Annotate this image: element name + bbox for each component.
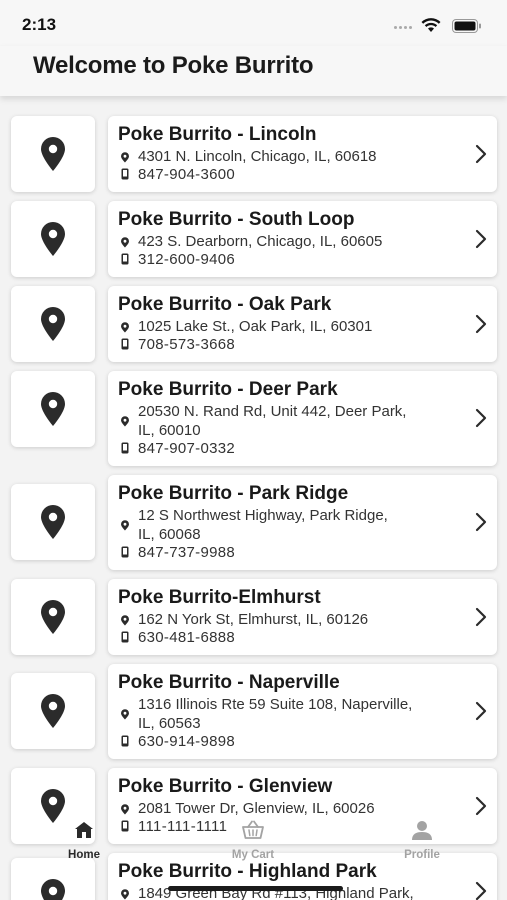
tab-profile[interactable]: Profile	[367, 812, 477, 868]
phone-icon	[121, 631, 129, 643]
locations-list[interactable]: Poke Burrito - Lincoln 4301 N. Lincoln, …	[0, 96, 507, 900]
chevron-right-icon[interactable]	[475, 144, 487, 164]
basket-icon	[242, 820, 264, 839]
battery-icon	[452, 19, 481, 33]
map-pin-icon	[41, 694, 65, 728]
status-bar: 2:13	[0, 0, 507, 46]
location-address-line2: IL, 60563	[138, 715, 201, 732]
location-pin-tile[interactable]	[11, 201, 95, 277]
chevron-right-icon[interactable]	[475, 701, 487, 721]
location-row[interactable]: Poke Burrito - Naperville 1316 Illinois …	[0, 664, 507, 759]
address-pin-icon	[121, 520, 129, 531]
location-pin-tile[interactable]	[11, 116, 95, 192]
address-pin-icon	[121, 889, 129, 900]
location-card[interactable]: Poke Burrito - South Loop 423 S. Dearbor…	[108, 201, 497, 277]
location-address: 1025 Lake St., Oak Park, IL, 60301	[138, 318, 373, 335]
phone-icon	[121, 338, 129, 350]
cellular-signal-icon	[394, 26, 412, 29]
phone-icon	[121, 253, 129, 265]
location-pin-tile[interactable]	[11, 579, 95, 655]
address-pin-icon	[121, 709, 129, 720]
address-pin-icon	[121, 615, 129, 626]
location-row[interactable]: Poke Burrito - Lincoln 4301 N. Lincoln, …	[0, 116, 507, 192]
location-name: Poke Burrito - Deer Park	[118, 379, 338, 400]
location-row[interactable]: Poke Burrito - Park Ridge 12 S Northwest…	[0, 475, 507, 570]
location-card[interactable]: Poke Burrito-Elmhurst 162 N York St, Elm…	[108, 579, 497, 655]
location-address: 1316 Illinois Rte 59 Suite 108, Napervil…	[138, 696, 413, 713]
map-pin-icon	[41, 600, 65, 634]
address-pin-icon	[121, 322, 129, 333]
location-phone[interactable]: 312-600-9406	[138, 250, 235, 269]
location-card[interactable]: Poke Burrito - Lincoln 4301 N. Lincoln, …	[108, 116, 497, 192]
chevron-right-icon[interactable]	[475, 408, 487, 428]
location-phone[interactable]: 708-573-3668	[138, 335, 235, 354]
location-address-line2: IL, 60068	[138, 526, 201, 543]
location-pin-tile[interactable]	[11, 484, 95, 560]
chevron-right-icon[interactable]	[475, 607, 487, 627]
location-address: 162 N York St, Elmhurst, IL, 60126	[138, 611, 369, 628]
chevron-right-icon[interactable]	[475, 314, 487, 334]
map-pin-icon	[41, 392, 65, 426]
location-card[interactable]: Poke Burrito - Deer Park 20530 N. Rand R…	[108, 371, 497, 466]
location-card[interactable]: Poke Burrito - Park Ridge 12 S Northwest…	[108, 475, 497, 570]
chevron-right-icon[interactable]	[475, 512, 487, 532]
location-name: Poke Burrito - Glenview	[118, 776, 333, 797]
location-name: Poke Burrito - Naperville	[118, 672, 340, 693]
home-icon	[75, 822, 93, 838]
location-address: 20530 N. Rand Rd, Unit 442, Deer Park,	[138, 403, 407, 420]
address-pin-icon	[121, 237, 129, 248]
phone-icon	[121, 442, 129, 454]
map-pin-icon	[41, 137, 65, 171]
chevron-right-icon[interactable]	[475, 229, 487, 249]
chevron-right-icon[interactable]	[475, 881, 487, 900]
location-phone[interactable]: 630-914-9898	[138, 732, 235, 751]
location-pin-tile[interactable]	[11, 371, 95, 447]
map-pin-icon	[41, 222, 65, 256]
person-icon	[412, 821, 432, 840]
location-address: 423 S. Dearborn, Chicago, IL, 60605	[138, 233, 383, 250]
address-pin-icon	[121, 416, 129, 427]
location-row[interactable]: Poke Burrito - Deer Park 20530 N. Rand R…	[0, 371, 507, 466]
wifi-icon	[421, 18, 441, 32]
location-name: Poke Burrito-Elmhurst	[118, 587, 321, 608]
map-pin-icon	[41, 505, 65, 539]
tab-cart-label: My Cart	[231, 849, 275, 861]
location-phone[interactable]: 847-737-9988	[138, 543, 235, 562]
tab-home-label: Home	[68, 849, 100, 861]
location-name: Poke Burrito - Park Ridge	[118, 483, 349, 504]
phone-icon	[121, 546, 129, 558]
tab-cart[interactable]: My Cart	[198, 812, 308, 868]
tab-bar: Home My Cart Profile	[0, 812, 507, 868]
tab-home[interactable]: Home	[29, 812, 139, 868]
location-pin-tile[interactable]	[11, 673, 95, 749]
phone-icon	[121, 735, 129, 747]
map-pin-icon	[41, 879, 65, 900]
location-pin-tile[interactable]	[11, 286, 95, 362]
location-phone[interactable]: 630-481-6888	[138, 628, 235, 647]
location-name: Poke Burrito - South Loop	[118, 209, 355, 230]
location-address-line2: IL, 60010	[138, 422, 201, 439]
location-row[interactable]: Poke Burrito - South Loop 423 S. Dearbor…	[0, 201, 507, 277]
address-pin-icon	[121, 152, 129, 163]
location-name: Poke Burrito - Oak Park	[118, 294, 332, 315]
map-pin-icon	[41, 307, 65, 341]
status-time: 2:13	[22, 15, 57, 34]
location-card[interactable]: Poke Burrito - Naperville 1316 Illinois …	[108, 664, 497, 759]
home-indicator	[168, 886, 343, 891]
page-title: Welcome to Poke Burrito	[33, 52, 314, 79]
location-phone[interactable]: 847-904-3600	[138, 165, 235, 184]
header: Welcome to Poke Burrito	[0, 46, 507, 96]
location-card[interactable]: Poke Burrito - Oak Park 1025 Lake St., O…	[108, 286, 497, 362]
phone-icon	[121, 168, 129, 180]
location-address: 4301 N. Lincoln, Chicago, IL, 60618	[138, 148, 377, 165]
location-row[interactable]: Poke Burrito - Oak Park 1025 Lake St., O…	[0, 286, 507, 362]
location-name: Poke Burrito - Lincoln	[118, 124, 317, 145]
location-phone[interactable]: 847-907-0332	[138, 439, 235, 458]
tab-profile-label: Profile	[404, 849, 440, 861]
location-address: 12 S Northwest Highway, Park Ridge,	[138, 507, 388, 524]
location-row[interactable]: Poke Burrito-Elmhurst 162 N York St, Elm…	[0, 579, 507, 655]
